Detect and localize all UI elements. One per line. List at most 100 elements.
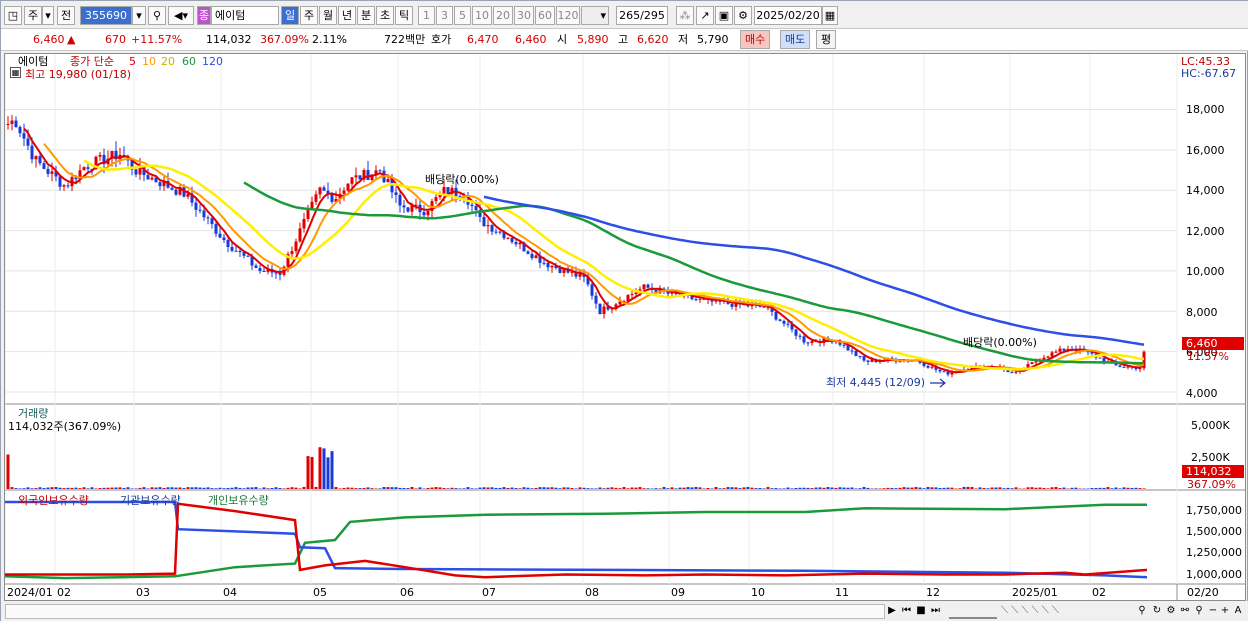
zoom-out-icon[interactable]: − bbox=[1207, 604, 1219, 619]
candle-body bbox=[598, 303, 602, 315]
tag-icon[interactable]: ⚲ bbox=[1136, 604, 1148, 619]
interval-10[interactable]: 10 bbox=[472, 6, 492, 25]
volume-bar bbox=[982, 488, 986, 489]
link-icon[interactable]: ⁂ bbox=[676, 6, 694, 25]
interval-dropdown[interactable]: ▾ bbox=[581, 6, 609, 25]
interval-60[interactable]: 60 bbox=[535, 6, 555, 25]
count-field[interactable]: 265/295 bbox=[616, 6, 668, 25]
x-tick: 02 bbox=[1092, 586, 1106, 599]
volume-bar bbox=[842, 487, 846, 489]
drawing-tools-icon[interactable]: ⟍ ⟍ ⟍ ⟍ ⟍ ⟍ bbox=[1001, 604, 1131, 619]
price-panel-name: 에이텀 bbox=[18, 55, 49, 68]
volume-bar bbox=[442, 488, 446, 489]
candle-body bbox=[82, 167, 86, 171]
volume-bar bbox=[394, 487, 398, 489]
eval-button[interactable]: 평 bbox=[816, 30, 837, 49]
candle-body bbox=[422, 212, 426, 216]
volume-bar bbox=[434, 487, 438, 489]
interval-1[interactable]: 1 bbox=[418, 6, 435, 25]
save-icon[interactable]: ▣ bbox=[715, 6, 733, 25]
candle-body bbox=[202, 210, 206, 218]
buy-button[interactable]: 매수 bbox=[740, 30, 771, 49]
volume-bar bbox=[346, 487, 350, 489]
volume-bar bbox=[214, 488, 218, 489]
stock-name[interactable]: 에이텀 bbox=[211, 6, 279, 25]
prev-button[interactable]: 전 bbox=[57, 6, 75, 25]
volume-bar bbox=[334, 487, 338, 489]
low-price: 5,790 bbox=[697, 33, 729, 46]
high-note: 최고 19,980 (01/18) bbox=[25, 68, 132, 81]
volume-bar bbox=[22, 488, 26, 489]
settings-icon[interactable]: ⚙ bbox=[734, 6, 752, 25]
y-tick: 14,000 bbox=[1186, 184, 1225, 197]
period-minute[interactable]: 분 bbox=[357, 6, 375, 25]
calendar-icon[interactable]: ▦ bbox=[10, 67, 21, 78]
stop-icon[interactable]: ■ bbox=[915, 604, 927, 619]
period-day[interactable]: 일 bbox=[281, 6, 299, 25]
x-tick: 11 bbox=[835, 586, 849, 599]
volume-bar bbox=[1058, 488, 1062, 489]
chevron-down-icon[interactable]: ▾ bbox=[42, 6, 54, 25]
chevron-down-icon[interactable]: ▾ bbox=[132, 6, 146, 25]
volume: 114,032 bbox=[206, 33, 252, 46]
volume-bar bbox=[438, 487, 442, 489]
speaker-icon[interactable]: ◀▾ bbox=[168, 6, 194, 25]
zoom-slider[interactable] bbox=[949, 604, 997, 619]
search-icon[interactable]: ⚲ bbox=[148, 6, 166, 25]
interval-3[interactable]: 3 bbox=[436, 6, 453, 25]
volume-bar bbox=[98, 488, 102, 489]
interval-30[interactable]: 30 bbox=[514, 6, 534, 25]
search-icon[interactable]: ⚲ bbox=[1193, 604, 1205, 619]
period-week[interactable]: 주 bbox=[300, 6, 318, 25]
rewind-icon[interactable]: ⏮ bbox=[899, 604, 914, 619]
volume-bar bbox=[886, 487, 890, 489]
candle-body bbox=[866, 360, 870, 362]
candle-body bbox=[350, 177, 354, 184]
chart-tool-icon[interactable]: ↗ bbox=[696, 6, 714, 25]
interval-20[interactable]: 20 bbox=[493, 6, 513, 25]
code-input[interactable]: 355690 bbox=[80, 6, 132, 25]
volume-bar bbox=[582, 487, 586, 489]
volume-bar bbox=[90, 487, 94, 489]
period-tick[interactable]: 틱 bbox=[395, 6, 413, 25]
volume-bar bbox=[146, 488, 150, 489]
volume-bar bbox=[994, 487, 998, 489]
volume-bar bbox=[970, 486, 974, 489]
volume-bar bbox=[754, 488, 758, 489]
calendar-icon[interactable]: ▦ bbox=[822, 6, 838, 25]
period-year[interactable]: 년 bbox=[338, 6, 356, 25]
candle-body bbox=[850, 350, 854, 352]
period-second[interactable]: 초 bbox=[376, 6, 394, 25]
fast-forward-icon[interactable]: ⏭ bbox=[928, 604, 943, 619]
unlink-icon[interactable]: ⚯ bbox=[1179, 604, 1191, 619]
volume-bar bbox=[522, 487, 526, 489]
date-field[interactable]: 2025/02/20 bbox=[754, 6, 822, 25]
volume-bar bbox=[38, 487, 42, 489]
volume-bar bbox=[234, 487, 238, 489]
interval-5[interactable]: 5 bbox=[454, 6, 471, 25]
refresh-icon[interactable]: ↻ bbox=[1151, 604, 1163, 619]
candle-body bbox=[262, 270, 266, 272]
volume-bar bbox=[454, 488, 458, 489]
volume-bar bbox=[170, 487, 174, 489]
settings-icon[interactable]: ⚙ bbox=[1165, 604, 1177, 619]
candle-body bbox=[442, 187, 446, 194]
volume-bar bbox=[998, 487, 1002, 489]
x-tick: 09 bbox=[671, 586, 685, 599]
interval-120[interactable]: 120 bbox=[556, 6, 580, 25]
chart-area[interactable]: 에이텀 종가 단순 5 10 20 60 120 ▦ 최고 19,980 (01… bbox=[4, 53, 1246, 601]
candle-body bbox=[210, 218, 214, 225]
volume-bar bbox=[1002, 488, 1006, 489]
font-size-icon[interactable]: A bbox=[1231, 604, 1245, 619]
zoom-in-icon[interactable]: + bbox=[1219, 604, 1231, 619]
horizontal-scrollbar[interactable] bbox=[5, 604, 885, 619]
period-month[interactable]: 월 bbox=[319, 6, 337, 25]
volume-bar bbox=[110, 487, 114, 489]
window-icon[interactable]: ◳ bbox=[4, 6, 22, 25]
x-tick: 08 bbox=[585, 586, 599, 599]
sell-button[interactable]: 매도 bbox=[780, 30, 811, 49]
candle-body bbox=[590, 284, 594, 296]
market-select[interactable]: 주 bbox=[24, 6, 42, 25]
volume-bar bbox=[390, 487, 394, 489]
scroll-right-icon[interactable]: ▶ bbox=[886, 604, 898, 619]
